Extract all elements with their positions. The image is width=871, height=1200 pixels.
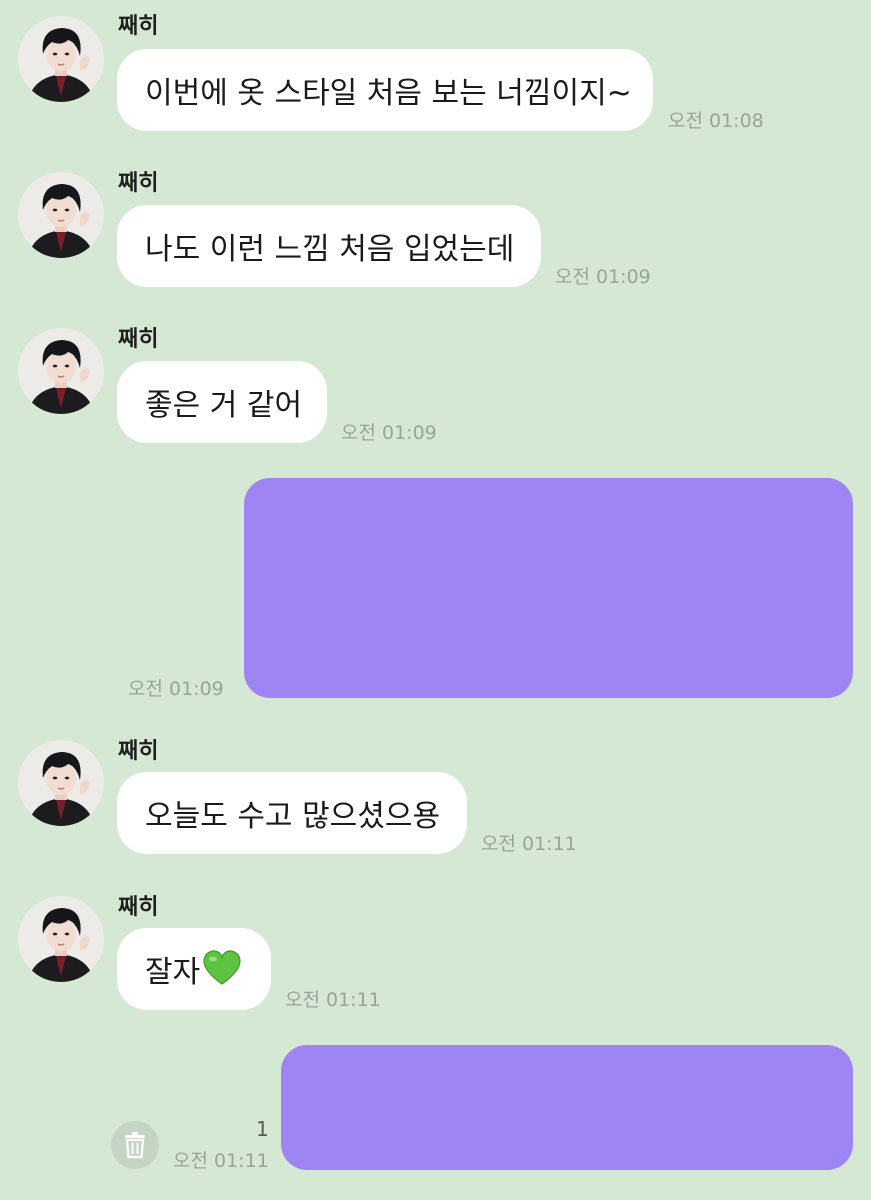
- green-heart-icon: [202, 949, 242, 989]
- avatar-image: [18, 172, 104, 258]
- outgoing-message-bubble[interactable]: [244, 478, 853, 698]
- sender-name: 째히: [118, 171, 159, 196]
- message-timestamp: 오전 01:08: [668, 110, 764, 132]
- message-timestamp: 오전 01:11: [285, 989, 381, 1011]
- message-timestamp: 오전 01:11: [173, 1150, 269, 1172]
- sender-avatar[interactable]: [18, 16, 104, 102]
- outgoing-message-bubble[interactable]: [281, 1045, 853, 1170]
- message-bubble[interactable]: 잘자: [117, 928, 271, 1010]
- message-text: 이번에 옷 스타일 처음 보는 너낌이지~: [145, 76, 632, 111]
- sender-avatar[interactable]: [18, 172, 104, 258]
- trash-icon: [125, 1132, 145, 1159]
- sender-name: 째히: [118, 739, 159, 764]
- message-bubble[interactable]: 좋은 거 같어: [117, 361, 327, 443]
- sender-name: 째히: [118, 14, 159, 39]
- unread-count: 1: [256, 1117, 269, 1141]
- delete-button[interactable]: [111, 1121, 159, 1169]
- message-text: 오늘도 수고 많으셨으용: [145, 799, 441, 834]
- message-bubble[interactable]: 오늘도 수고 많으셨으용: [117, 772, 467, 854]
- sender-avatar[interactable]: [18, 740, 104, 826]
- message-timestamp: 오전 01:09: [555, 266, 651, 288]
- message-timestamp: 오전 01:09: [341, 422, 437, 444]
- sender-avatar[interactable]: [18, 896, 104, 982]
- avatar-image: [18, 740, 104, 826]
- sender-name: 째히: [118, 895, 159, 920]
- sender-name: 째히: [118, 327, 159, 352]
- avatar-image: [18, 896, 104, 982]
- sender-avatar[interactable]: [18, 328, 104, 414]
- message-timestamp: 오전 01:11: [481, 833, 577, 855]
- avatar-image: [18, 16, 104, 102]
- message-timestamp: 오전 01:09: [128, 678, 224, 700]
- message-text: 잘자: [145, 955, 201, 990]
- message-bubble[interactable]: 이번에 옷 스타일 처음 보는 너낌이지~: [117, 49, 653, 131]
- avatar-image: [18, 328, 104, 414]
- message-bubble[interactable]: 나도 이런 느낌 처음 입었는데: [117, 205, 541, 287]
- message-text: 좋은 거 같어: [145, 388, 303, 423]
- message-text: 나도 이런 느낌 처음 입었는데: [145, 232, 515, 267]
